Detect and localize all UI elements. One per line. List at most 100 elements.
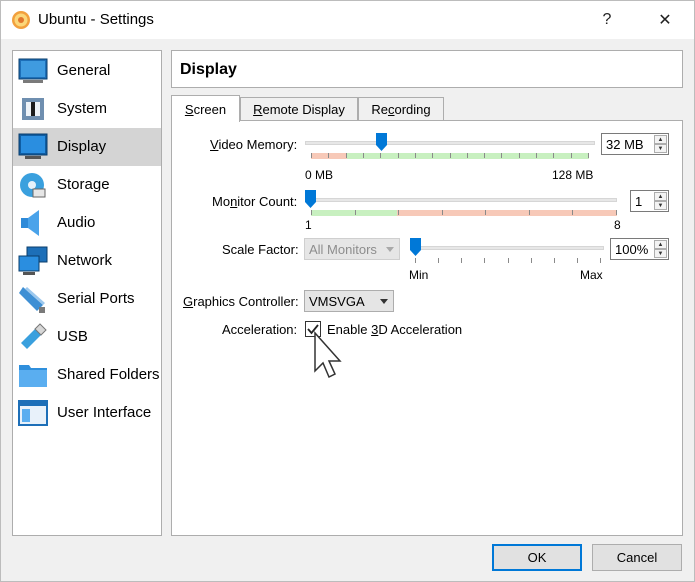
monitor-count-max-label: 8: [614, 218, 621, 232]
video-memory-increase-button[interactable]: ▲: [654, 135, 667, 144]
scale-factor-slider[interactable]: [410, 246, 604, 250]
sidebar-item-general[interactable]: General: [13, 52, 161, 90]
tab-remote-display[interactable]: Remote Display: [240, 97, 358, 121]
page-title: Display: [180, 61, 237, 78]
monitor-count-ticks: [311, 210, 617, 216]
acceleration-label: Acceleration:: [222, 322, 298, 337]
video-memory-min-label: 0 MB: [305, 168, 334, 182]
mouse-cursor-icon: [314, 331, 342, 379]
sidebar-item-label: USB: [57, 328, 88, 345]
window-icon: [18, 400, 48, 426]
scale-factor-ticks: [415, 258, 601, 264]
slider-tick: [363, 153, 364, 158]
sidebar-item-label: User Interface: [57, 404, 152, 421]
help-button[interactable]: ?: [587, 7, 627, 33]
slider-tick: [616, 210, 617, 215]
cancel-button[interactable]: Cancel: [592, 544, 682, 571]
slider-tick: [398, 153, 399, 158]
scale-factor-label: Scale Factor:: [222, 242, 299, 257]
slider-tick: [531, 258, 532, 263]
help-icon: ?: [602, 11, 612, 28]
tab-label: Remote Display: [253, 102, 345, 117]
scale-monitor-select[interactable]: All Monitors: [304, 238, 400, 260]
sidebar-item-usb[interactable]: USB: [13, 318, 161, 356]
sidebar-item-shared-folders[interactable]: Shared Folders: [13, 356, 161, 394]
video-memory-slider[interactable]: [305, 141, 595, 145]
scale-factor-decrease-button[interactable]: ▼: [654, 249, 667, 258]
usb-icon: [21, 323, 47, 349]
monitor-count-spinbox[interactable]: 1 ▲ ▼: [630, 190, 669, 212]
slider-tick: [572, 210, 573, 215]
sidebar-item-network[interactable]: Network: [13, 242, 161, 280]
tab-label: Recording: [371, 102, 431, 117]
slider-tick: [484, 153, 485, 158]
monitor-count-decrease-button[interactable]: ▼: [654, 201, 667, 210]
slider-tick: [380, 153, 381, 158]
sidebar-item-serial-ports[interactable]: Serial Ports: [13, 280, 161, 318]
disk-icon: [20, 173, 46, 198]
close-button[interactable]: ✕: [645, 7, 685, 33]
slider-tick: [536, 153, 537, 158]
video-memory-ticks: [311, 153, 589, 159]
sidebar-item-system[interactable]: System: [13, 90, 161, 128]
sidebar-item-label: General: [57, 62, 111, 79]
video-memory-value: 32 MB: [606, 137, 644, 152]
slider-tick: [311, 153, 312, 158]
scale-factor-increase-button[interactable]: ▲: [654, 240, 667, 249]
slider-tick: [311, 210, 312, 215]
slider-tick: [501, 153, 502, 158]
chevron-down-icon: [380, 299, 388, 304]
sidebar-item-display[interactable]: Display: [13, 128, 161, 166]
video-memory-slider-thumb[interactable]: [376, 133, 387, 151]
display-icon: [18, 133, 48, 159]
monitor-icon: [18, 58, 48, 83]
slider-tick: [554, 258, 555, 263]
screen-tab-panel: Video Memory: 0 MB 128 MB 32 MB ▲ ▼ Moni…: [171, 120, 683, 536]
slider-tick: [415, 153, 416, 158]
slider-tick: [328, 153, 329, 158]
monitor-count-min-label: 1: [305, 218, 312, 232]
scale-factor-value: 100%: [615, 242, 649, 257]
slider-tick: [461, 258, 462, 263]
monitor-count-slider[interactable]: [305, 198, 617, 202]
slider-tick: [355, 210, 356, 215]
slider-tick: [577, 258, 578, 263]
enable-3d-acceleration-label[interactable]: Enable 3D Acceleration: [327, 322, 462, 337]
slider-tick: [600, 258, 601, 263]
slider-tick: [485, 210, 486, 215]
scale-factor-min-label: Min: [409, 268, 429, 282]
sidebar-item-storage[interactable]: Storage: [13, 166, 161, 204]
tab-screen[interactable]: Screen: [171, 95, 240, 122]
settings-window: Ubuntu - Settings ? ✕ General System Dis…: [0, 0, 695, 582]
chip-icon: [22, 98, 44, 120]
scale-factor-spinbox[interactable]: 100% ▲ ▼: [610, 238, 669, 260]
slider-tick: [442, 210, 443, 215]
video-memory-spinbox[interactable]: 32 MB ▲ ▼: [601, 133, 669, 155]
scale-factor-slider-thumb[interactable]: [410, 238, 421, 256]
scale-factor-max-label: Max: [580, 268, 603, 282]
sidebar-item-label: Audio: [57, 214, 96, 231]
graphics-controller-label: Graphics Controller:: [183, 294, 299, 309]
sidebar-item-user-interface[interactable]: User Interface: [13, 394, 161, 432]
sidebar-item-label: Shared Folders: [57, 366, 160, 383]
slider-tick: [438, 258, 439, 263]
graphics-controller-select[interactable]: VMSVGA: [304, 290, 394, 312]
speaker-icon: [21, 210, 39, 236]
sidebar-item-label: Storage: [57, 176, 110, 193]
sidebar-item-label: Display: [57, 138, 107, 155]
sidebar-item-label: Network: [57, 252, 113, 269]
monitor-count-slider-thumb[interactable]: [305, 190, 316, 208]
slider-tick: [553, 153, 554, 158]
monitor-count-increase-button[interactable]: ▲: [654, 192, 667, 201]
tab-recording[interactable]: Recording: [358, 97, 444, 121]
slider-tick: [432, 153, 433, 158]
slider-tick: [467, 153, 468, 158]
slider-tick: [484, 258, 485, 263]
ok-button[interactable]: OK: [492, 544, 582, 571]
video-memory-decrease-button[interactable]: ▼: [654, 144, 667, 153]
scale-monitor-select-value: All Monitors: [309, 242, 377, 257]
monitor-count-label: Monitor Count:: [212, 194, 298, 209]
slider-tick: [450, 153, 451, 158]
sidebar-item-audio[interactable]: Audio: [13, 204, 161, 242]
slider-tick: [571, 153, 572, 158]
